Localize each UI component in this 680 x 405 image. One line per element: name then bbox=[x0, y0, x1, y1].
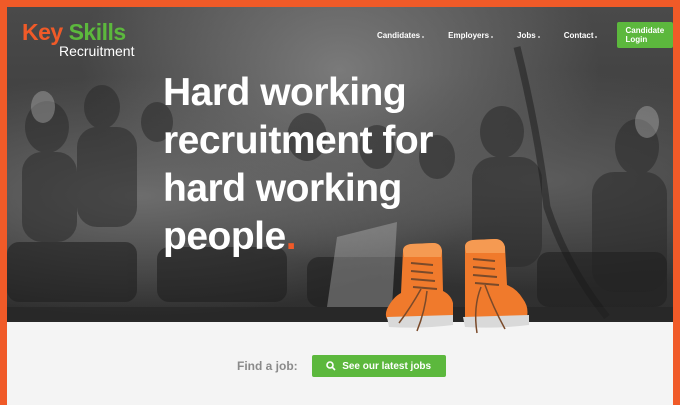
headline-line: recruitment for bbox=[163, 119, 433, 162]
logo-key-text: Key bbox=[22, 19, 63, 45]
dropdown-indicator-icon bbox=[537, 36, 540, 38]
hero-banner: Key Skills Recruitment Candidates Employ… bbox=[7, 7, 673, 322]
headline-line: hard working bbox=[163, 167, 402, 210]
dropdown-indicator-icon bbox=[491, 36, 494, 38]
nav-item-label: Contact bbox=[563, 30, 594, 40]
headline-line: people bbox=[163, 215, 286, 258]
page-frame: Key Skills Recruitment Candidates Employ… bbox=[7, 7, 673, 405]
logo-tagline: Recruitment bbox=[59, 43, 135, 59]
hero-headline: Hard working recruitment for hard workin… bbox=[163, 69, 523, 261]
nav-item-candidates[interactable]: Candidates bbox=[377, 30, 425, 40]
site-logo[interactable]: Key Skills Recruitment bbox=[22, 19, 135, 59]
search-icon bbox=[326, 361, 336, 371]
nav-item-label: Candidates bbox=[377, 30, 421, 40]
see-latest-jobs-button[interactable]: See our latest jobs bbox=[311, 355, 446, 377]
headline-period: . bbox=[285, 215, 297, 258]
see-latest-jobs-label: See our latest jobs bbox=[342, 360, 432, 372]
orange-work-boots-image bbox=[385, 239, 529, 334]
nav-item-contact[interactable]: Contact bbox=[564, 31, 598, 40]
dropdown-indicator-icon bbox=[595, 36, 598, 38]
candidate-login-button[interactable]: Candidate Login bbox=[617, 22, 673, 48]
find-job-label: Find a job: bbox=[237, 359, 298, 373]
headline-line: Hard working bbox=[163, 71, 407, 114]
nav-item-jobs[interactable]: Jobs bbox=[517, 31, 540, 40]
nav-item-label: Jobs bbox=[517, 30, 536, 40]
find-job-section: Find a job: See our latest jobs bbox=[237, 355, 446, 377]
main-nav: Candidates Employers Jobs Contact Candid… bbox=[377, 22, 673, 48]
dropdown-indicator-icon bbox=[422, 36, 425, 38]
logo-skills-text: Skills bbox=[68, 19, 127, 45]
nav-item-label: Employers bbox=[448, 30, 490, 40]
nav-item-employers[interactable]: Employers bbox=[448, 30, 494, 40]
